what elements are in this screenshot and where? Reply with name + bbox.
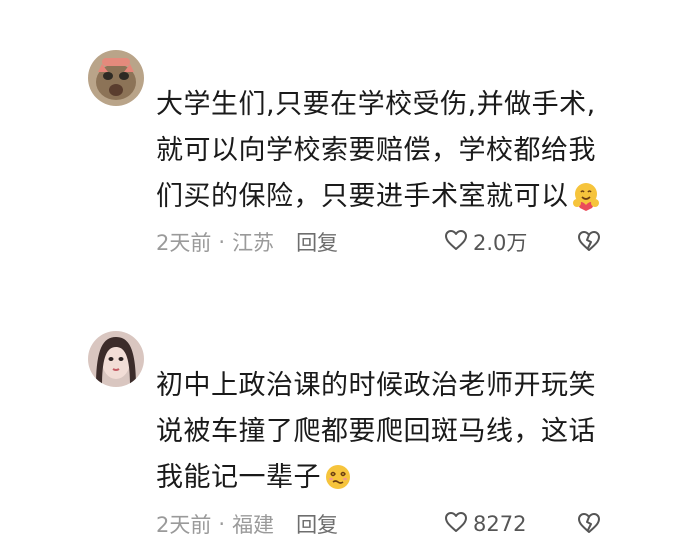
comment-line: 们买的保险，只要进手术室就可以: [156, 174, 626, 226]
like-count: 2.0万: [473, 231, 528, 255]
meta-separator: ·: [218, 230, 226, 254]
comment-line: 说被车撞了爬都要爬回斑马线，这话: [156, 416, 596, 447]
comment-line-text: 们买的保险，只要进手术室就可以: [156, 181, 569, 212]
comment-meta: 2天前 · 福建 回复 8272: [156, 509, 616, 539]
comment-line: 大学生们,只要在学校受伤,并做手术,: [156, 89, 596, 120]
like-button[interactable]: 2.0万: [444, 227, 527, 257]
comment-text: 大学生们,只要在学校受伤,并做手术, 就可以向学校索要赔偿，学校都给我 们买的保…: [156, 82, 626, 226]
dislike-button[interactable]: [576, 511, 602, 540]
heart-outline-icon: [444, 511, 473, 538]
dizzy-face-emoji-icon: [323, 461, 353, 507]
comment-time: 2天前: [156, 231, 212, 255]
comment-line: 初中上政治课的时候政治老师开玩笑: [156, 370, 596, 401]
avatar[interactable]: [88, 331, 144, 387]
comment-text: 初中上政治课的时候政治老师开玩笑 说被车撞了爬都要爬回斑马线，这话 我能记一辈子: [156, 363, 626, 507]
meta-separator: ·: [218, 512, 226, 536]
comment-line: 就可以向学校索要赔偿，学校都给我: [156, 135, 596, 166]
reply-button[interactable]: 回复: [296, 509, 338, 539]
broken-heart-icon: [576, 513, 602, 540]
comment-location: 福建: [232, 513, 275, 537]
comment-line: 我能记一辈子: [156, 455, 626, 507]
reply-button[interactable]: 回复: [296, 227, 338, 257]
like-count: 8272: [473, 512, 527, 536]
like-button[interactable]: 8272: [444, 509, 526, 539]
broken-heart-icon: [576, 231, 602, 258]
heart-outline-icon: [444, 229, 473, 256]
hug-emoji-icon: [571, 180, 601, 226]
comment-time: 2天前: [156, 513, 212, 537]
comment-line-text: 我能记一辈子: [156, 462, 321, 493]
comment-list: 大学生们,只要在学校受伤,并做手术, 就可以向学校索要赔偿，学校都给我 们买的保…: [0, 0, 690, 547]
comment-location: 江苏: [232, 231, 275, 255]
dislike-button[interactable]: [576, 229, 602, 258]
avatar[interactable]: [88, 50, 144, 106]
comment-meta: 2天前 · 江苏 回复 2.0万: [156, 227, 616, 257]
